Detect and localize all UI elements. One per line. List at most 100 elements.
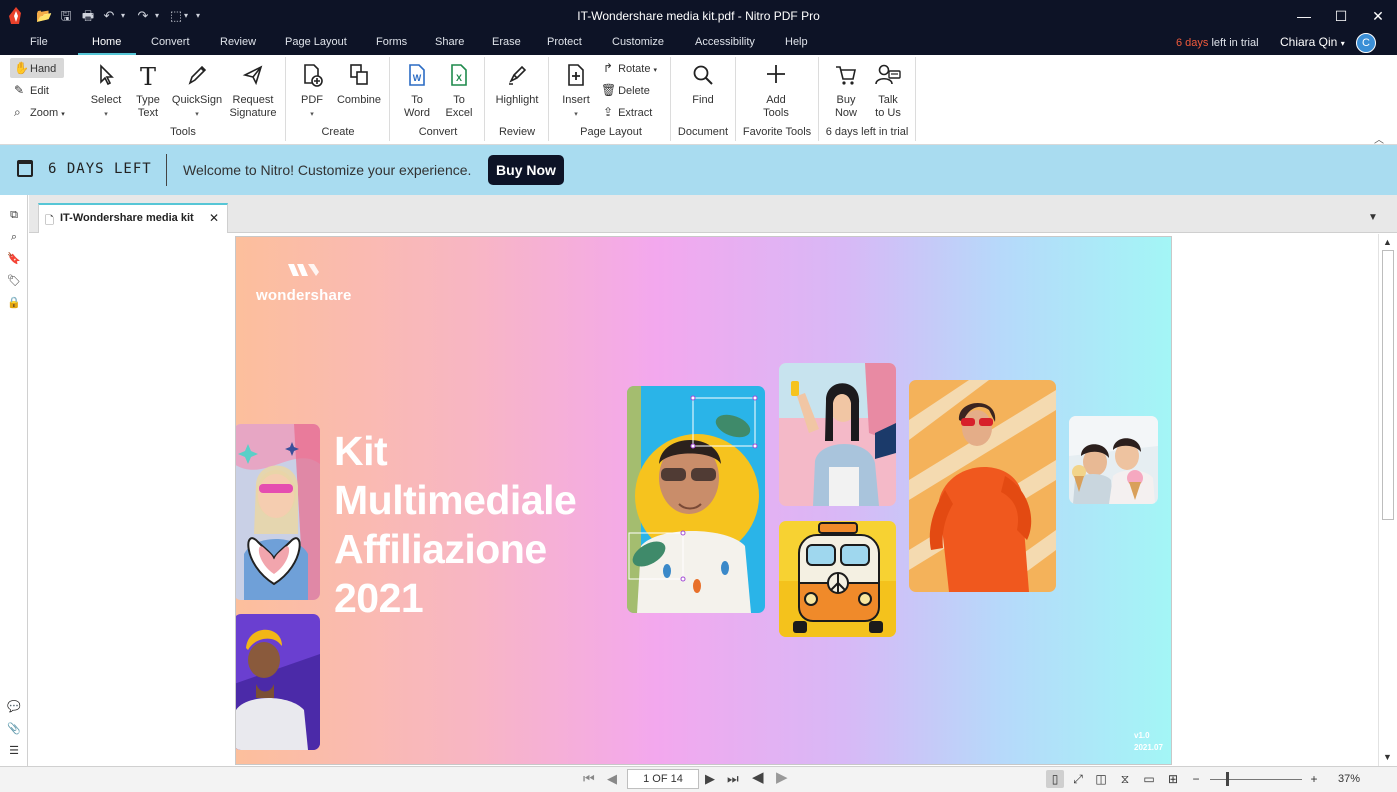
user-menu[interactable]: Chiara Qin ▾: [1280, 35, 1345, 49]
page-number-input[interactable]: 1 OF 14: [627, 769, 699, 789]
comments-panel-icon[interactable]: 💬: [7, 700, 21, 714]
document-tab[interactable]: 🗋 IT-Wondershare media kit ✕: [38, 203, 228, 233]
quicksign-button[interactable]: QuickSign ▾: [170, 62, 224, 121]
chevron-down-icon: ▾: [310, 111, 314, 118]
create-pdf-button[interactable]: PDF ▾: [292, 62, 332, 121]
save-icon[interactable]: 🖫: [58, 8, 74, 24]
zoom-in-icon[interactable]: +: [1305, 770, 1323, 788]
security-panel-icon[interactable]: 🔒: [7, 296, 21, 310]
extract-icon: ⇪: [602, 105, 614, 119]
select-tool-icon[interactable]: ⬚: [168, 8, 184, 24]
scroll-down-icon[interactable]: ▼: [1383, 752, 1392, 762]
buy-now-ribbon-button[interactable]: Buy Now: [828, 62, 864, 120]
customize-quick-access-icon[interactable]: ▾: [196, 9, 204, 23]
presentation-icon[interactable]: ⊞: [1164, 770, 1182, 788]
tags-panel-icon[interactable]: 🏷: [7, 274, 21, 288]
previous-view-icon[interactable]: ◀: [752, 770, 764, 786]
svg-text:W: W: [413, 73, 422, 83]
select-label: Select: [90, 94, 122, 106]
tab-list-dropdown-icon[interactable]: ▼: [1368, 212, 1378, 223]
group-label-convert: Convert: [418, 126, 458, 138]
find-button[interactable]: Find: [680, 62, 726, 107]
banner-days-left: 6 DAYS LEFT: [48, 161, 152, 177]
to-excel-button[interactable]: X To Excel: [439, 62, 479, 120]
full-screen-icon[interactable]: ▭: [1140, 770, 1158, 788]
output-panel-icon[interactable]: ☰: [7, 744, 21, 758]
two-page-view-icon[interactable]: ◫: [1092, 770, 1110, 788]
menu-page-layout[interactable]: Page Layout: [285, 36, 347, 48]
bookmarks-panel-icon[interactable]: 🔖: [7, 252, 21, 266]
menu-convert[interactable]: Convert: [151, 36, 190, 48]
open-folder-icon[interactable]: 📂: [36, 8, 52, 24]
brand-name: wondershare: [256, 287, 352, 304]
add-tools-button[interactable]: Add Tools: [754, 62, 798, 120]
last-page-icon[interactable]: ⏭: [727, 771, 739, 787]
ribbon: ✋Hand ✎ Edit ⌕ Zoom ▾ Select ▾ T Type Text…: [0, 55, 1397, 146]
zoom-out-icon[interactable]: −: [1187, 770, 1205, 788]
menu-help[interactable]: Help: [785, 36, 808, 48]
select-tool-dropdown-icon[interactable]: ▾: [184, 9, 192, 23]
type-text-icon: T: [139, 63, 156, 91]
single-page-view-icon[interactable]: ▯: [1046, 770, 1064, 788]
menu-file[interactable]: File: [30, 36, 48, 48]
delete-button[interactable]: 🗑 Delete: [601, 82, 650, 99]
zoom-tool-button[interactable]: ⌕ Zoom ▾: [10, 102, 74, 122]
menu-customize[interactable]: Customize: [612, 36, 664, 48]
to-word-button[interactable]: W To Word: [397, 62, 437, 120]
group-separator: [285, 57, 286, 141]
banner-divider: [166, 154, 167, 186]
zoom-slider-handle[interactable]: [1226, 772, 1229, 786]
avatar[interactable]: C: [1356, 33, 1376, 53]
request-signature-label-1: Request: [232, 94, 274, 106]
combine-button[interactable]: Combine: [334, 62, 384, 107]
scroll-up-icon[interactable]: ▲: [1383, 237, 1392, 247]
print-icon[interactable]: 🖶: [80, 8, 96, 24]
first-page-icon[interactable]: ⏮: [583, 771, 595, 787]
banner-buy-now-button[interactable]: Buy Now: [488, 155, 564, 185]
create-pdf-label: PDF: [301, 94, 323, 106]
hand-tool-button[interactable]: ✋Hand: [10, 58, 64, 78]
trial-banner: 6 DAYS LEFT Welcome to Nitro! Customize …: [0, 145, 1397, 195]
rotate-button[interactable]: ↱ Rotate ▾: [601, 60, 657, 79]
edit-tool-button[interactable]: ✎ Edit: [10, 80, 64, 100]
highlight-button[interactable]: Highlight: [490, 62, 544, 107]
menu-erase[interactable]: Erase: [492, 36, 521, 48]
pdf-page[interactable]: wondershare Kit Multimediale Affiliazion…: [235, 236, 1172, 765]
pages-panel-icon[interactable]: ⧉: [7, 208, 21, 222]
close-window-button[interactable]: ✕: [1355, 0, 1397, 32]
menu-home[interactable]: Home: [92, 36, 121, 48]
menu-accessibility[interactable]: Accessibility: [695, 36, 755, 48]
extract-button[interactable]: ⇪ Extract: [601, 104, 652, 121]
redo-dropdown-icon[interactable]: ▾: [155, 9, 163, 23]
menu-forms[interactable]: Forms: [376, 36, 407, 48]
menu-review[interactable]: Review: [220, 36, 256, 48]
search-panel-icon[interactable]: ⌕: [7, 230, 21, 244]
fit-width-icon[interactable]: ⤢: [1069, 770, 1087, 788]
select-button[interactable]: Select ▾: [86, 62, 126, 121]
collapse-ribbon-icon[interactable]: ︿: [1374, 131, 1384, 146]
next-view-icon[interactable]: ▶: [776, 770, 788, 786]
calendar-icon: [17, 160, 33, 177]
previous-page-icon[interactable]: ◀: [607, 771, 617, 787]
continuous-view-icon[interactable]: ⧖: [1116, 770, 1134, 788]
vertical-scrollbar[interactable]: ▲ ▼: [1378, 234, 1397, 766]
zoom-slider[interactable]: [1210, 779, 1302, 780]
talk-to-us-button[interactable]: Talk to Us: [868, 62, 908, 120]
next-page-icon[interactable]: ▶: [705, 771, 715, 787]
wondershare-mark-icon: [288, 264, 319, 276]
attachments-panel-icon[interactable]: 📎: [7, 722, 21, 736]
undo-dropdown-icon[interactable]: ▾: [121, 9, 129, 23]
chevron-down-icon: ▾: [574, 111, 578, 118]
insert-button[interactable]: Insert ▾: [556, 62, 596, 121]
scroll-thumb[interactable]: [1382, 250, 1394, 520]
menu-protect[interactable]: Protect: [547, 36, 582, 48]
menu-share[interactable]: Share: [435, 36, 464, 48]
type-text-button[interactable]: T Type Text: [128, 62, 168, 120]
headline-line-3: Affiliazione: [334, 526, 547, 572]
undo-icon[interactable]: ↶: [101, 8, 117, 24]
request-signature-button[interactable]: Request Signature: [226, 62, 280, 120]
close-tab-button[interactable]: ✕: [209, 211, 219, 225]
zoom-level[interactable]: 37%: [1338, 773, 1360, 785]
redo-icon[interactable]: ↷: [135, 8, 151, 24]
to-word-label-1: To: [411, 94, 423, 106]
